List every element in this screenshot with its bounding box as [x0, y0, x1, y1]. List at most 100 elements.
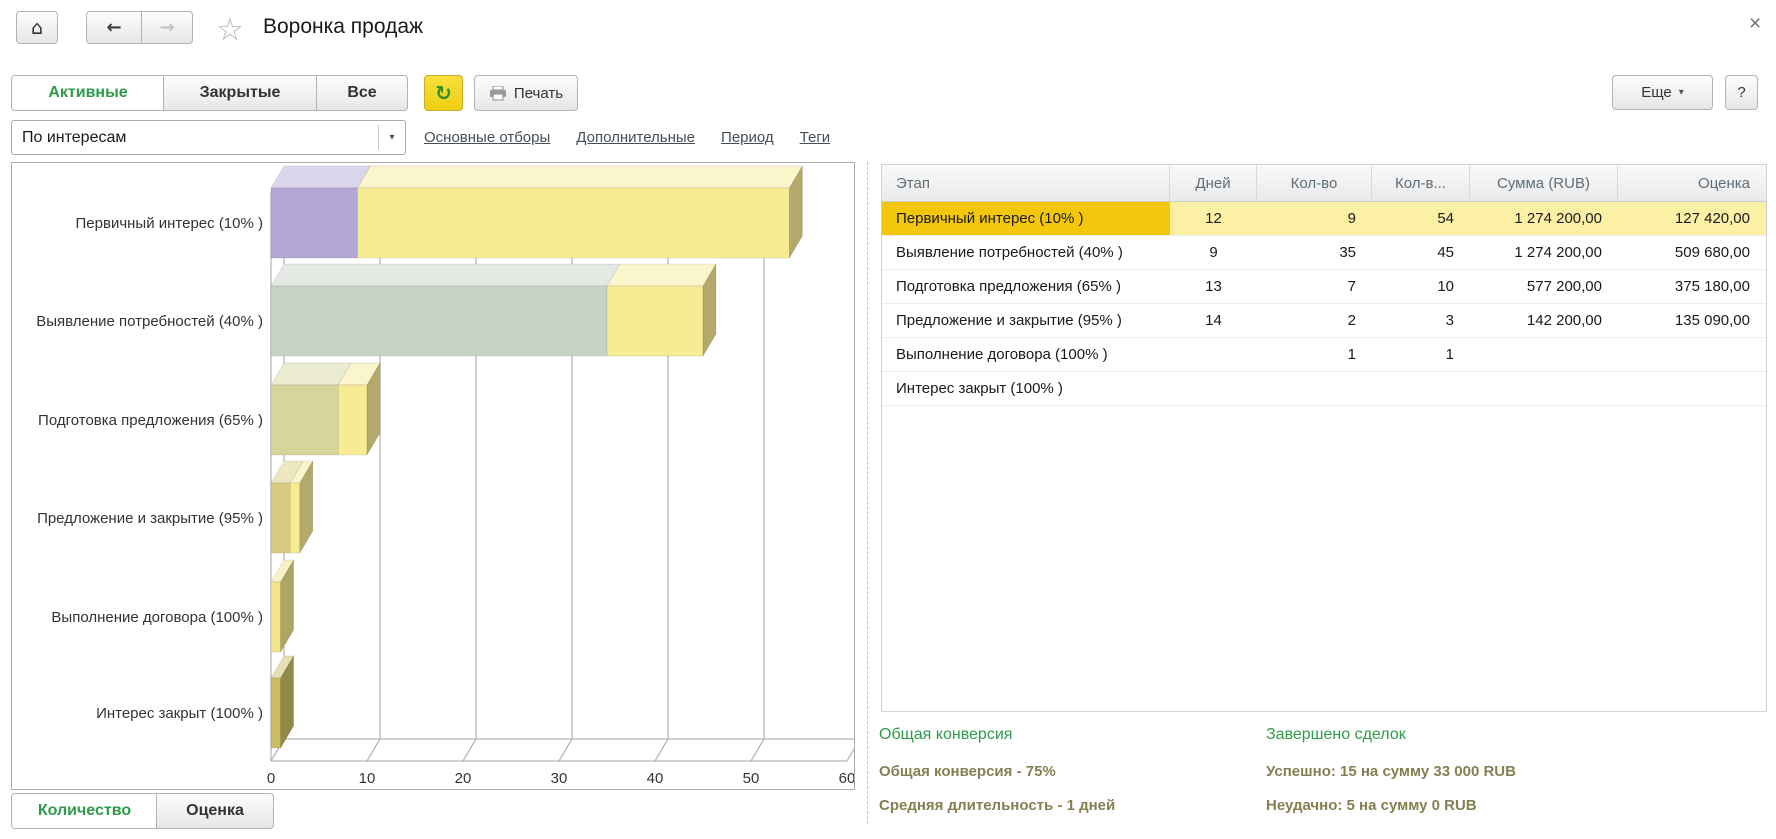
- value-cell[interactable]: 10: [1372, 270, 1470, 303]
- print-button[interactable]: Печать: [474, 75, 578, 111]
- value-cell[interactable]: 509 680,00: [1618, 236, 1766, 269]
- deals-success-line: Успешно: 15 на сумму 33 000 RUB: [1266, 763, 1516, 780]
- stage-cell[interactable]: Выявление потребностей (40% ): [882, 236, 1170, 269]
- value-cell[interactable]: 1 274 200,00: [1470, 236, 1618, 269]
- stage-cell[interactable]: Выполнение договора (100% ): [882, 338, 1170, 371]
- bar-segment[interactable]: [357, 188, 789, 258]
- gridline: [367, 739, 380, 761]
- axis-tick-label: 30: [551, 770, 568, 787]
- print-label: Печать: [514, 85, 563, 102]
- table-row[interactable]: Подготовка предложения (65% )13710577 20…: [882, 270, 1766, 304]
- bar-segment[interactable]: [271, 678, 281, 748]
- value-cell[interactable]: 7: [1257, 270, 1372, 303]
- column-header[interactable]: Сумма (RUB): [1470, 165, 1618, 201]
- favorite-star-icon[interactable]: ☆: [216, 12, 244, 48]
- refresh-button[interactable]: ↻: [424, 75, 463, 111]
- value-cell[interactable]: [1257, 372, 1372, 405]
- tab-active-deals[interactable]: Активные: [11, 75, 165, 111]
- gridline: [559, 739, 572, 761]
- bar-top-face[interactable]: [357, 166, 802, 188]
- column-header[interactable]: Этап: [882, 165, 1170, 201]
- value-cell[interactable]: 135 090,00: [1618, 304, 1766, 337]
- value-cell[interactable]: [1618, 338, 1766, 371]
- value-cell[interactable]: [1618, 372, 1766, 405]
- conversion-heading: Общая конверсия: [879, 726, 1115, 744]
- help-button[interactable]: ?: [1725, 75, 1758, 110]
- value-cell[interactable]: 375 180,00: [1618, 270, 1766, 303]
- table-row[interactable]: Предложение и закрытие (95% )1423142 200…: [882, 304, 1766, 338]
- bar-top-face[interactable]: [271, 264, 620, 286]
- more-button[interactable]: Еще ▾: [1612, 75, 1713, 110]
- value-cell[interactable]: [1470, 372, 1618, 405]
- combobox-arrow-icon[interactable]: ▾: [378, 125, 405, 150]
- value-cell[interactable]: 13: [1170, 270, 1257, 303]
- value-cell[interactable]: [1170, 372, 1257, 405]
- funnel-chart: 0102030405060Первичный интерес (10% )Выя…: [12, 163, 854, 789]
- value-cell[interactable]: 1: [1257, 338, 1372, 371]
- table-row[interactable]: Выявление потребностей (40% )935451 274 …: [882, 236, 1766, 270]
- value-cell[interactable]: 1: [1372, 338, 1470, 371]
- bar-top-face[interactable]: [271, 363, 351, 385]
- toggle-quantity-button[interactable]: Количество: [11, 793, 158, 829]
- value-cell[interactable]: 54: [1372, 202, 1470, 235]
- bar-segment[interactable]: [338, 385, 367, 455]
- gridline: [847, 739, 854, 761]
- axis-tick-label: 60: [839, 770, 854, 787]
- link-additional[interactable]: Дополнительные: [576, 129, 695, 146]
- forward-icon: →: [159, 17, 174, 38]
- conversion-summary: Общая конверсия Общая конверсия - 75% Ср…: [879, 726, 1115, 814]
- stage-cell[interactable]: Первичный интерес (10% ): [882, 202, 1170, 235]
- bar-top-face[interactable]: [607, 264, 716, 286]
- value-cell[interactable]: 45: [1372, 236, 1470, 269]
- bar-segment[interactable]: [271, 188, 357, 258]
- column-header[interactable]: Дней: [1170, 165, 1257, 201]
- close-icon[interactable]: ×: [1749, 12, 1761, 36]
- value-cell[interactable]: 9: [1170, 236, 1257, 269]
- column-header[interactable]: Оценка: [1618, 165, 1766, 201]
- column-header[interactable]: Кол-в...: [1372, 165, 1470, 201]
- value-cell[interactable]: 142 200,00: [1470, 304, 1618, 337]
- stage-label: Выявление потребностей (40% ): [36, 313, 263, 330]
- stage-cell[interactable]: Подготовка предложения (65% ): [882, 270, 1170, 303]
- bar-segment[interactable]: [607, 286, 703, 356]
- bar-segment[interactable]: [271, 286, 607, 356]
- value-cell[interactable]: 127 420,00: [1618, 202, 1766, 235]
- bar-top-face[interactable]: [271, 166, 370, 188]
- stage-label: Предложение и закрытие (95% ): [37, 510, 263, 527]
- home-button[interactable]: ⌂: [16, 11, 58, 44]
- value-cell[interactable]: 2: [1257, 304, 1372, 337]
- value-cell[interactable]: 14: [1170, 304, 1257, 337]
- table-row[interactable]: Интерес закрыт (100% ): [882, 372, 1766, 406]
- bar-segment[interactable]: [290, 483, 300, 553]
- toggle-estimate-button[interactable]: Оценка: [156, 793, 274, 829]
- value-cell[interactable]: [1372, 372, 1470, 405]
- stage-cell[interactable]: Интерес закрыт (100% ): [882, 372, 1170, 405]
- link-tags[interactable]: Теги: [800, 129, 831, 146]
- conversion-line: Общая конверсия - 75%: [879, 763, 1115, 780]
- bar-segment[interactable]: [271, 385, 338, 455]
- table-row[interactable]: Выполнение договора (100% ) 11: [882, 338, 1766, 372]
- bar-segment[interactable]: [271, 582, 281, 652]
- column-header[interactable]: Кол-во: [1257, 165, 1372, 201]
- back-button[interactable]: ←: [86, 11, 142, 44]
- value-cell[interactable]: [1170, 338, 1257, 371]
- pane-splitter[interactable]: [867, 162, 868, 824]
- value-cell[interactable]: 1 274 200,00: [1470, 202, 1618, 235]
- stage-cell[interactable]: Предложение и закрытие (95% ): [882, 304, 1170, 337]
- value-cell[interactable]: 9: [1257, 202, 1372, 235]
- forward-button[interactable]: →: [141, 11, 193, 44]
- value-cell[interactable]: 3: [1372, 304, 1470, 337]
- grouping-combobox[interactable]: По интересам ▾: [11, 120, 406, 155]
- help-label: ?: [1737, 84, 1745, 101]
- value-cell[interactable]: 35: [1257, 236, 1372, 269]
- table-row[interactable]: Первичный интерес (10% )129541 274 200,0…: [882, 202, 1766, 236]
- value-cell[interactable]: 12: [1170, 202, 1257, 235]
- bar-segment[interactable]: [271, 483, 290, 553]
- tab-all-deals[interactable]: Все: [316, 75, 408, 111]
- link-main-filters[interactable]: Основные отборы: [424, 129, 550, 146]
- link-period[interactable]: Период: [721, 129, 774, 146]
- value-cell[interactable]: 577 200,00: [1470, 270, 1618, 303]
- table-body: Первичный интерес (10% )129541 274 200,0…: [882, 202, 1766, 406]
- value-cell[interactable]: [1470, 338, 1618, 371]
- tab-closed-deals[interactable]: Закрытые: [163, 75, 317, 111]
